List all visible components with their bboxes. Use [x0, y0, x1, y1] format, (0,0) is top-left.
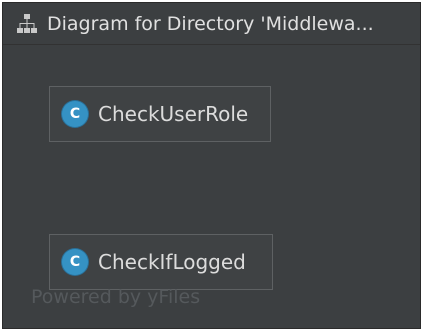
class-icon: C — [62, 101, 88, 127]
diagram-window: Diagram for Directory 'Middlewa... C Che… — [2, 2, 421, 329]
node-label: CheckIfLogged — [98, 250, 246, 274]
window-titlebar[interactable]: Diagram for Directory 'Middlewa... — [3, 3, 420, 45]
diagram-canvas[interactable]: C CheckUserRole C CheckIfLogged Powered … — [9, 47, 414, 322]
class-icon: C — [62, 249, 88, 275]
class-node-checkuserrole[interactable]: C CheckUserRole — [49, 86, 271, 142]
window-title: Diagram for Directory 'Middlewa... — [47, 12, 374, 35]
node-label: CheckUserRole — [98, 102, 249, 126]
class-node-checkiflogged[interactable]: C CheckIfLogged — [49, 234, 273, 290]
diagram-hierarchy-icon — [15, 12, 39, 36]
